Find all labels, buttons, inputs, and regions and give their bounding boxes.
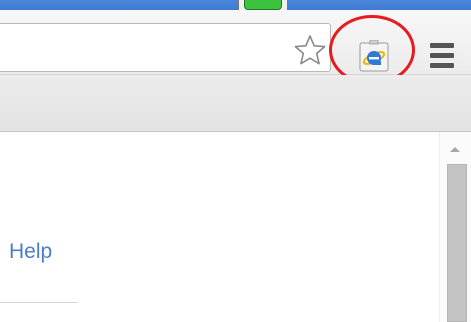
vertical-scrollbar[interactable]	[439, 132, 471, 322]
address-bar[interactable]	[0, 23, 331, 72]
title-bar	[0, 0, 471, 10]
page-content: Help	[0, 132, 471, 322]
star-icon[interactable]	[294, 34, 326, 66]
browser-toolbar	[0, 10, 471, 75]
scroll-up-arrow-icon[interactable]	[440, 132, 471, 164]
hamburger-menu-icon[interactable]	[430, 42, 454, 70]
bookmarks-bar	[0, 75, 471, 132]
scrollbar-thumb[interactable]	[447, 164, 467, 322]
divider	[0, 302, 78, 303]
tab-favicon	[244, 0, 282, 10]
help-link[interactable]: Help	[9, 240, 52, 264]
internet-explorer-icon[interactable]	[359, 40, 389, 72]
